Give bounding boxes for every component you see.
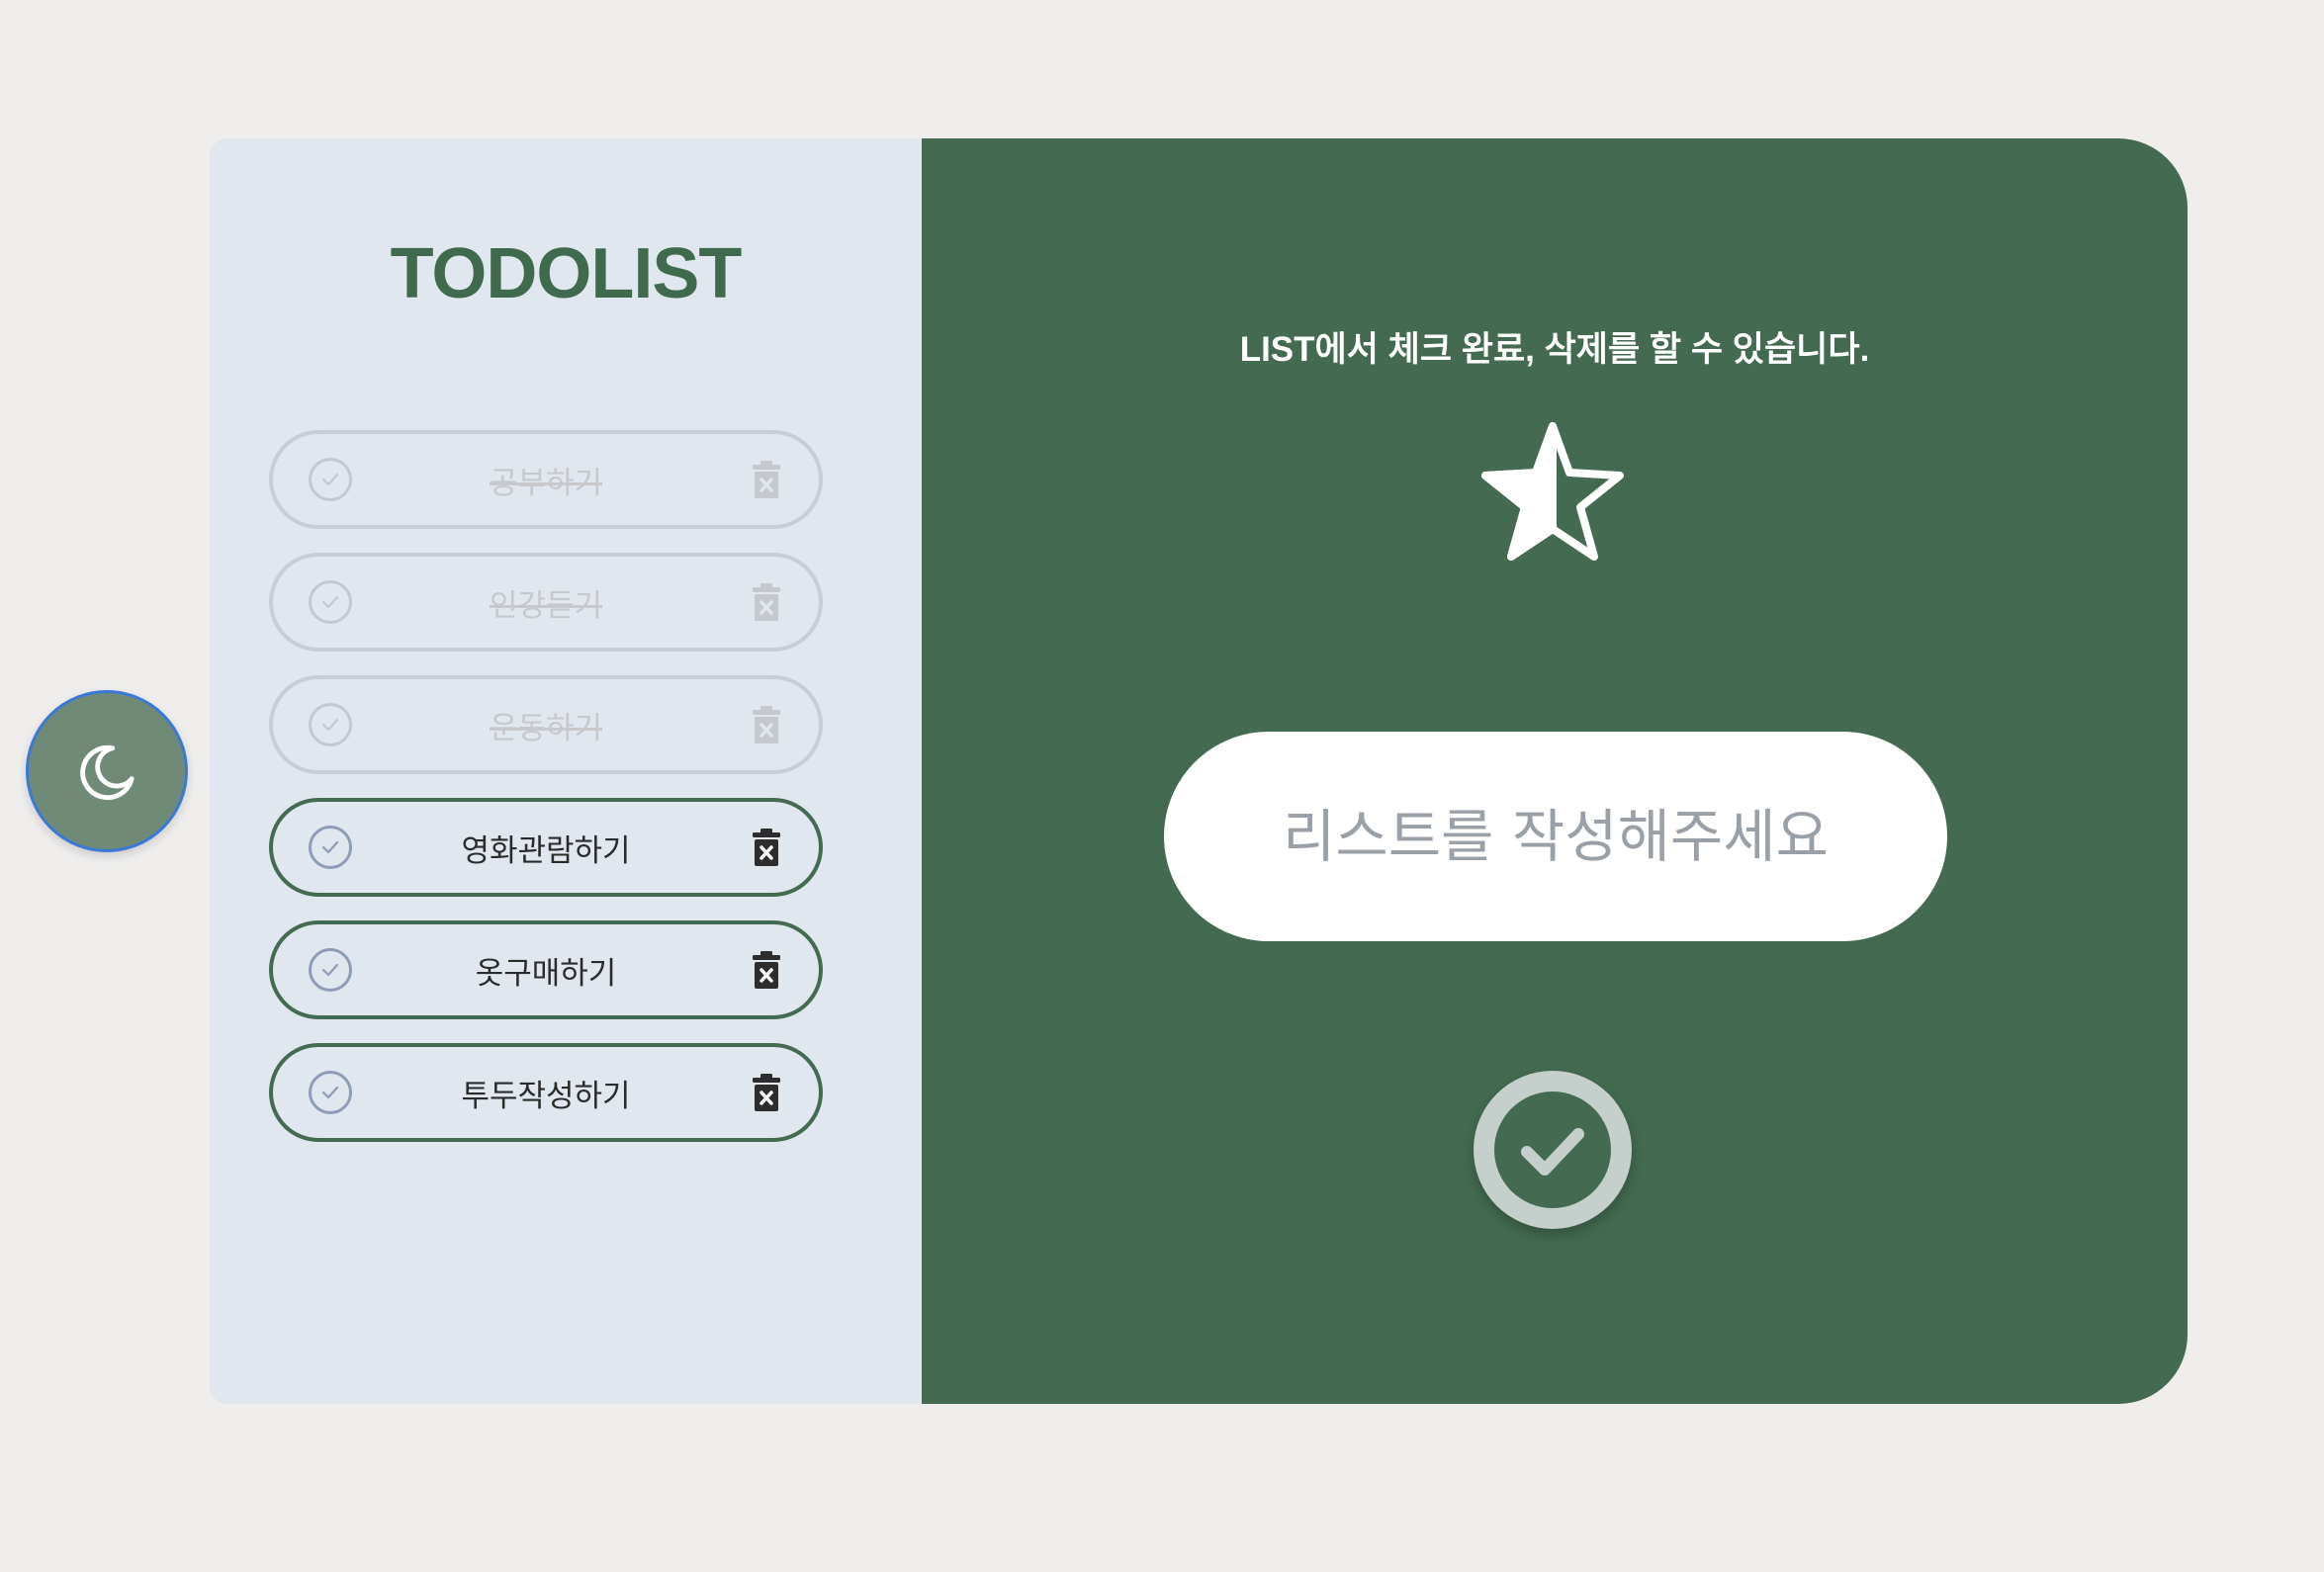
check-icon [321,595,339,609]
todo-list: 공부하기 인강듣기 운동하기 영화관람하기 옷구매하기 투두작성하기 [269,430,823,1166]
todo-check-button[interactable] [309,1071,352,1114]
submit-button[interactable] [1474,1071,1632,1229]
todo-delete-button[interactable] [752,460,781,499]
todo-delete-button[interactable] [752,950,781,990]
todo-delete-button[interactable] [752,705,781,744]
todo-delete-button[interactable] [752,828,781,867]
todo-delete-button[interactable] [752,1073,781,1112]
todo-item: 옷구매하기 [269,920,823,1019]
todo-check-button[interactable] [309,458,352,501]
todo-text: 운동하기 [489,710,603,746]
moon-icon [80,744,134,801]
half-star-icon [1481,422,1624,561]
todo-check-button[interactable] [309,703,352,746]
todo-input[interactable] [1219,787,1892,886]
submit-button-inner [1494,1092,1611,1208]
trash-icon [753,583,780,621]
todo-check-button[interactable] [309,948,352,992]
todo-list-panel: TODOLIST 공부하기 인강듣기 운동하기 영화관람하기 옷구매하기 투두작… [210,138,922,1404]
todo-text: 인강듣기 [489,587,603,624]
trash-icon [753,829,780,866]
todo-text: 투두작성하기 [461,1078,631,1114]
app-title: TODOLIST [390,234,743,313]
todo-item: 영화관람하기 [269,798,823,897]
todo-delete-button[interactable] [752,582,781,622]
todo-item: 인강듣기 [269,553,823,652]
trash-icon [753,951,780,989]
trash-icon [753,461,780,498]
check-icon [321,473,339,486]
check-icon [1521,1128,1584,1176]
check-icon [321,963,339,977]
todo-text: 공부하기 [489,465,603,501]
input-panel: LIST에서 체크 완료, 삭제를 할 수 있습니다. 3 [922,138,2188,1404]
todo-text: 옷구매하기 [475,955,617,992]
trash-icon [753,706,780,743]
todo-item: 투두작성하기 [269,1043,823,1142]
todo-app-card: TODOLIST 공부하기 인강듣기 운동하기 영화관람하기 옷구매하기 투두작… [210,138,2188,1404]
todo-check-button[interactable] [309,826,352,869]
todo-item: 운동하기 [269,675,823,774]
todo-text: 영화관람하기 [461,832,631,869]
todo-check-button[interactable] [309,580,352,624]
check-icon [321,840,339,854]
help-text: LIST에서 체크 완료, 삭제를 할 수 있습니다. [1239,330,1870,369]
trash-icon [753,1074,780,1111]
todo-input-wrapper [1164,732,1947,941]
theme-toggle-button[interactable] [26,690,188,852]
todo-item: 공부하기 [269,430,823,529]
check-icon [321,718,339,732]
check-icon [321,1086,339,1099]
